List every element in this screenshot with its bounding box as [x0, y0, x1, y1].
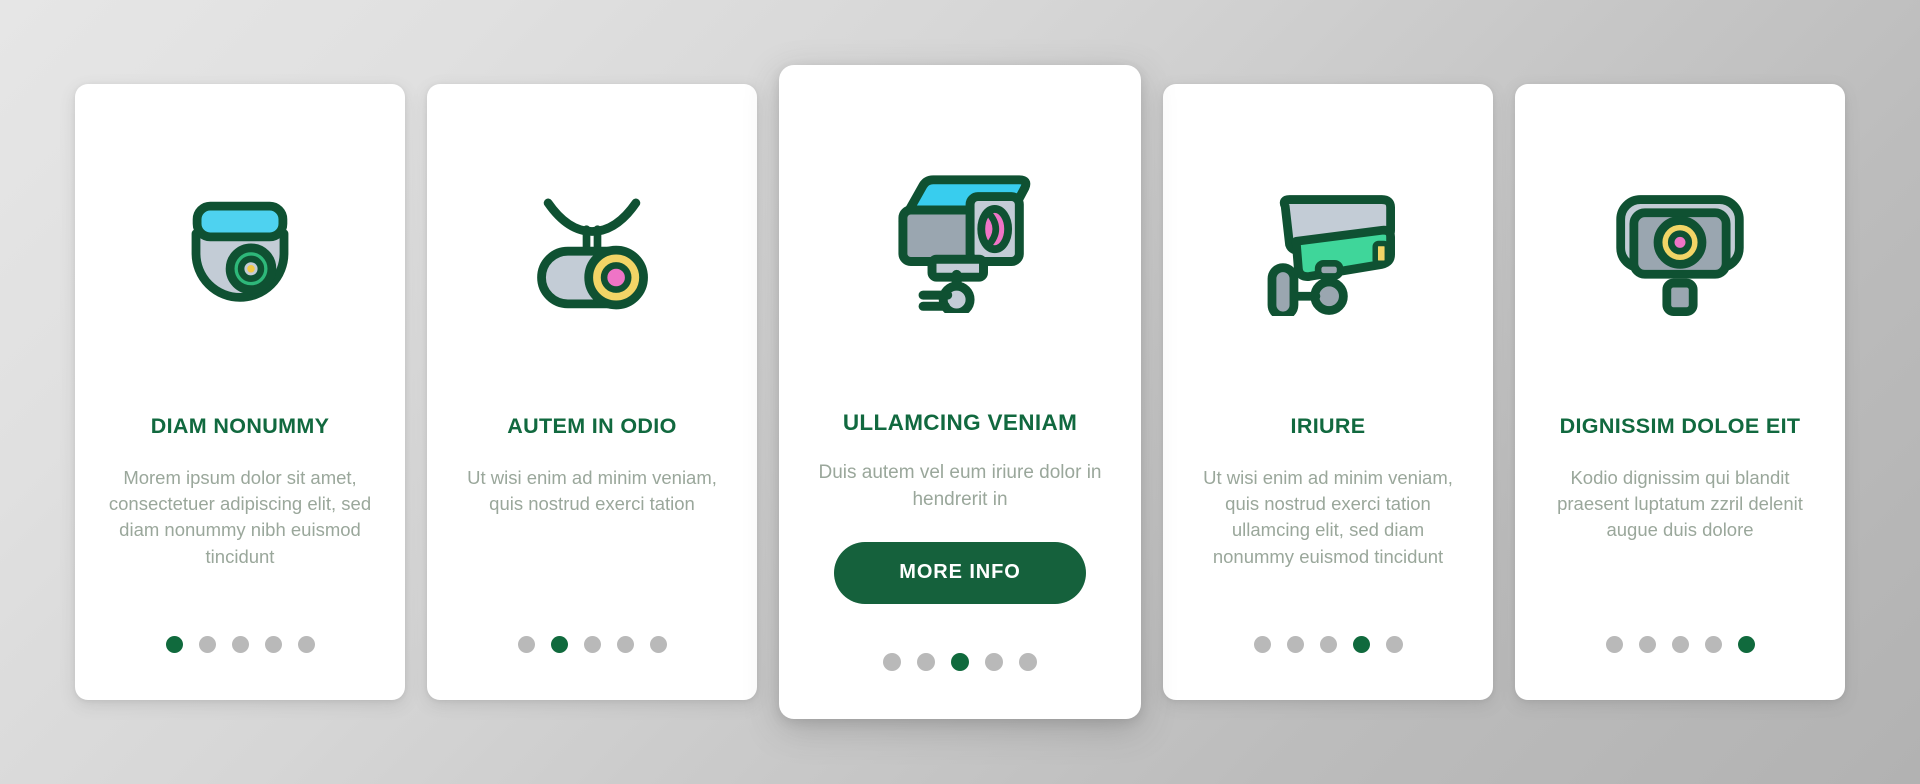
- pagination-dot[interactable]: [517, 636, 535, 653]
- card-icon-area: [427, 84, 757, 414]
- pagination-dots: [427, 636, 757, 653]
- card-title: DIGNISSIM DOLOE EIT: [1559, 414, 1801, 438]
- pagination-dot-active[interactable]: [1737, 636, 1755, 653]
- card-icon-area: [1515, 84, 1845, 414]
- more-info-button[interactable]: MORE INFO: [834, 541, 1086, 604]
- pagination-dot[interactable]: [883, 653, 901, 671]
- front-camera-icon: [1616, 195, 1744, 316]
- pagination-dot[interactable]: [985, 653, 1003, 671]
- card-title: AUTEM IN ODIO: [507, 414, 677, 438]
- card-title: DIAM NONUMMY: [150, 414, 330, 438]
- pagination-dot[interactable]: [264, 636, 282, 653]
- card-icon-area: [779, 65, 1141, 410]
- pagination-dot[interactable]: [1638, 636, 1656, 653]
- pagination-dots: [75, 636, 405, 653]
- card-title: IRIURE: [1290, 414, 1366, 438]
- pagination-dot[interactable]: [1671, 636, 1689, 653]
- pagination-dots: [779, 653, 1141, 671]
- pagination-dot-active[interactable]: [165, 636, 183, 653]
- card-text-block: ULLAMCING VENIAM Duis autem vel eum iriur…: [779, 410, 1141, 514]
- cctv-camera-icon: [898, 174, 1031, 313]
- pagination-dot-active[interactable]: [951, 653, 969, 671]
- pagination-dot[interactable]: [649, 636, 667, 653]
- pagination-dot-active[interactable]: [1352, 636, 1370, 653]
- card-body-text: Duis autem vel eum iriure dolor in hendr…: [818, 461, 1102, 510]
- pagination-dot[interactable]: [1319, 636, 1337, 653]
- onboarding-card[interactable]: DIAM NONUMMY Morem ipsum dolor sit amet, …: [75, 84, 405, 700]
- pagination-dot[interactable]: [198, 636, 216, 653]
- card-body-text: Morem ipsum dolor sit amet, consectetuer…: [108, 466, 372, 567]
- pagination-dot[interactable]: [1286, 636, 1304, 653]
- card-text-block: IRIURE Ut wisi enim ad minim veniam, quis…: [1163, 414, 1493, 570]
- pagination-dot[interactable]: [1019, 653, 1037, 671]
- card-icon-area: [75, 84, 405, 414]
- card-icon-area: [1163, 84, 1493, 414]
- card-body-text: Ut wisi enim ad minim veniam, quis nostr…: [467, 466, 717, 514]
- dome-camera-icon: [191, 201, 289, 302]
- pagination-dots: [1515, 636, 1845, 653]
- pagination-dot[interactable]: [1704, 636, 1722, 653]
- onboarding-card[interactable]: AUTEM IN ODIO Ut wisi enim ad minim venia…: [427, 84, 757, 700]
- pagination-dot[interactable]: [1385, 636, 1403, 653]
- card-text-block: DIGNISSIM DOLOE EIT Kodio dignissim qui b…: [1515, 414, 1845, 544]
- onboarding-card[interactable]: ULLAMCING VENIAM Duis autem vel eum iriur…: [779, 65, 1141, 719]
- card-rail: DIAM NONUMMY Morem ipsum dolor sit amet, …: [0, 0, 1920, 784]
- pagination-dot[interactable]: [231, 636, 249, 653]
- pagination-dot[interactable]: [917, 653, 935, 671]
- card-text-block: AUTEM IN ODIO Ut wisi enim ad minim venia…: [427, 414, 757, 517]
- wall-mount-camera-icon: [1267, 195, 1395, 316]
- pagination-dot[interactable]: [616, 636, 634, 653]
- card-text-block: DIAM NONUMMY Morem ipsum dolor sit amet, …: [75, 414, 405, 570]
- pagination-dots: [1163, 636, 1493, 653]
- pagination-dot-active[interactable]: [550, 636, 568, 653]
- pagination-dot[interactable]: [1253, 636, 1271, 653]
- onboarding-card[interactable]: DIGNISSIM DOLOE EIT Kodio dignissim qui b…: [1515, 84, 1845, 700]
- pagination-dot[interactable]: [583, 636, 601, 653]
- card-body-text: Ut wisi enim ad minim veniam, quis nostr…: [1203, 466, 1453, 567]
- card-title: ULLAMCING VENIAM: [842, 410, 1078, 435]
- onboarding-card[interactable]: IRIURE Ut wisi enim ad minim veniam, quis…: [1163, 84, 1493, 700]
- pagination-dot[interactable]: [1605, 636, 1623, 653]
- card-body-text: Kodio dignissim qui blandit praesent lup…: [1557, 466, 1803, 541]
- ceiling-mount-camera-icon: [537, 198, 648, 310]
- pagination-dot[interactable]: [297, 636, 315, 653]
- onboarding-screens-mockup: DIAM NONUMMY Morem ipsum dolor sit amet, …: [0, 0, 1920, 784]
